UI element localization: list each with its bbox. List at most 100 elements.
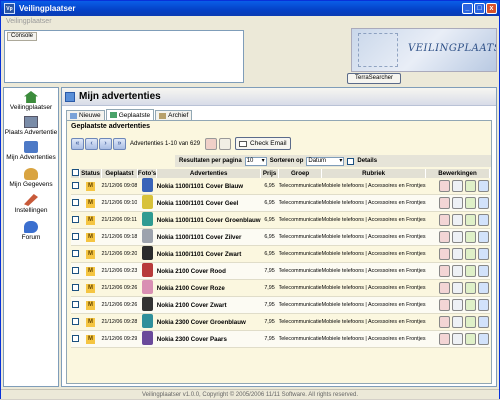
row-checkbox[interactable]	[71, 334, 79, 342]
row-checkbox[interactable]	[71, 266, 79, 274]
money-icon[interactable]	[464, 180, 476, 192]
edit-icon[interactable]	[438, 180, 450, 192]
tab-archief[interactable]: Archief	[155, 110, 193, 120]
phone-photo-icon[interactable]	[141, 280, 153, 294]
table-row[interactable]: M 21/12/06 09:10 Nokia 1100/1101 Cover Gee…	[71, 194, 490, 212]
sidebar-item-mijn-advertenties[interactable]: Mijn Advertenties	[4, 141, 58, 161]
console-tab[interactable]: Console	[7, 32, 38, 41]
console-panel[interactable]: Console	[4, 30, 244, 83]
row-checkbox[interactable]	[71, 317, 79, 325]
phone-photo-icon[interactable]	[141, 246, 153, 260]
phone-photo-icon[interactable]	[141, 331, 153, 345]
view-icon[interactable]	[477, 299, 489, 311]
minimize-button[interactable]: _	[462, 3, 473, 14]
title-bar[interactable]: Vp Veilingplaatser _ □ x	[1, 1, 499, 16]
row-checkbox[interactable]	[71, 300, 79, 308]
money-icon[interactable]	[464, 197, 476, 209]
copy-icon[interactable]	[451, 197, 463, 209]
view-icon[interactable]	[477, 214, 489, 226]
ad-title[interactable]: Nokia 1100/1101 Cover Groenblauw	[156, 211, 261, 229]
row-checkbox[interactable]	[71, 249, 79, 257]
table-row[interactable]: M 21/12/06 09:29 Nokia 2300 Cover Paars 7,9…	[71, 330, 490, 348]
column-header-groep[interactable]: Groep	[278, 169, 323, 178]
copy-icon[interactable]	[451, 316, 463, 328]
money-icon[interactable]	[464, 316, 476, 328]
money-icon[interactable]	[464, 299, 476, 311]
phone-photo-icon[interactable]	[141, 263, 153, 277]
copy-icon[interactable]	[451, 333, 463, 345]
copy-icon[interactable]	[451, 265, 463, 277]
table-row[interactable]: M 21/12/06 09:18 Nokia 1100/1101 Cover Zil…	[71, 228, 490, 246]
edit-icon[interactable]	[438, 248, 450, 260]
per-page-select[interactable]: 10	[244, 156, 267, 166]
ad-title[interactable]: Nokia 1100/1101 Cover Zilver	[156, 228, 261, 246]
ad-title[interactable]: Nokia 2300 Cover Groenblauw	[156, 313, 261, 331]
copy-icon[interactable]	[451, 248, 463, 260]
money-icon[interactable]	[464, 214, 476, 226]
table-row[interactable]: M 21/12/06 09:28 Nokia 2300 Cover Groenbla…	[71, 313, 490, 331]
details-checkbox[interactable]	[347, 157, 355, 165]
copy-all-icon[interactable]	[219, 137, 232, 150]
menu-item-veilingplaatser[interactable]: Veilingplaatser	[6, 18, 52, 25]
money-icon[interactable]	[464, 231, 476, 243]
view-icon[interactable]	[477, 316, 489, 328]
money-icon[interactable]	[464, 248, 476, 260]
table-row[interactable]: M 21/12/06 09:11 Nokia 1100/1101 Cover Gro…	[71, 211, 490, 229]
sidebar-item-plaats-advertentie[interactable]: Plaats Advertentie	[4, 116, 58, 136]
table-row[interactable]: M 21/12/06 09:26 Nokia 2100 Cover Roze 7,95…	[71, 279, 490, 297]
edit-icon[interactable]	[438, 282, 450, 294]
row-checkbox[interactable]	[71, 283, 79, 291]
copy-icon[interactable]	[451, 299, 463, 311]
edit-icon[interactable]	[438, 316, 450, 328]
table-row[interactable]: M 21/12/06 09:08 Nokia 1100/1101 Cover Bla…	[71, 178, 490, 195]
tab-nieuwe[interactable]: Nieuwe	[66, 110, 105, 120]
ad-title[interactable]: Nokia 1100/1101 Cover Blauw	[156, 178, 261, 195]
close-button[interactable]: x	[486, 3, 497, 14]
phone-photo-icon[interactable]	[141, 229, 153, 243]
phone-photo-icon[interactable]	[141, 195, 153, 209]
ad-title[interactable]: Nokia 1100/1101 Cover Geel	[156, 194, 261, 212]
maximize-button[interactable]: □	[474, 3, 485, 14]
row-checkbox[interactable]	[71, 215, 79, 223]
ad-title[interactable]: Nokia 1100/1101 Cover Zwart	[156, 245, 261, 263]
view-icon[interactable]	[477, 197, 489, 209]
edit-icon[interactable]	[438, 265, 450, 277]
sidebar-item-veilingplaatser[interactable]: Veilingplaatser	[4, 91, 58, 111]
copy-icon[interactable]	[451, 180, 463, 192]
ad-title[interactable]: Nokia 2300 Cover Paars	[156, 330, 261, 348]
menu-bar[interactable]: Veilingplaatser	[1, 16, 499, 27]
phone-photo-icon[interactable]	[141, 212, 153, 226]
sort-select[interactable]: Datum	[306, 156, 345, 166]
edit-icon[interactable]	[438, 197, 450, 209]
edit-all-icon[interactable]	[205, 137, 218, 150]
copy-icon[interactable]	[451, 282, 463, 294]
column-header-fotos[interactable]: Foto's	[137, 169, 158, 178]
check-email-button[interactable]: Check Email	[235, 137, 291, 150]
last-page-button[interactable]: »	[113, 137, 126, 150]
phone-photo-icon[interactable]	[141, 314, 153, 328]
table-row[interactable]: M 21/12/06 09:23 Nokia 2100 Cover Rood 7,95…	[71, 262, 490, 280]
view-icon[interactable]	[477, 180, 489, 192]
table-row[interactable]: M 21/12/06 09:26 Nokia 2100 Cover Zwart 7,9…	[71, 296, 490, 314]
money-icon[interactable]	[464, 265, 476, 277]
ad-title[interactable]: Nokia 2100 Cover Rood	[156, 262, 261, 280]
view-icon[interactable]	[477, 248, 489, 260]
view-icon[interactable]	[477, 231, 489, 243]
prev-page-button[interactable]: ‹	[85, 137, 98, 150]
money-icon[interactable]	[464, 333, 476, 345]
row-checkbox[interactable]	[71, 181, 79, 189]
edit-icon[interactable]	[438, 299, 450, 311]
view-icon[interactable]	[477, 333, 489, 345]
select-all-checkbox[interactable]	[71, 169, 79, 176]
sidebar-item-forum[interactable]: Forum	[4, 221, 58, 241]
edit-icon[interactable]	[438, 333, 450, 345]
row-checkbox[interactable]	[71, 232, 79, 240]
column-header-status[interactable]: Status	[79, 169, 102, 178]
row-checkbox[interactable]	[71, 198, 79, 206]
tab-geplaatste[interactable]: Geplaatste	[105, 109, 155, 120]
first-page-button[interactable]: «	[71, 137, 84, 150]
column-header-geplaatst[interactable]: Geplaatst	[101, 169, 138, 178]
sidebar-item-mijn-gegevens[interactable]: Mijn Gegevens	[4, 168, 58, 188]
ad-title[interactable]: Nokia 2100 Cover Roze	[156, 279, 261, 297]
copy-icon[interactable]	[451, 231, 463, 243]
